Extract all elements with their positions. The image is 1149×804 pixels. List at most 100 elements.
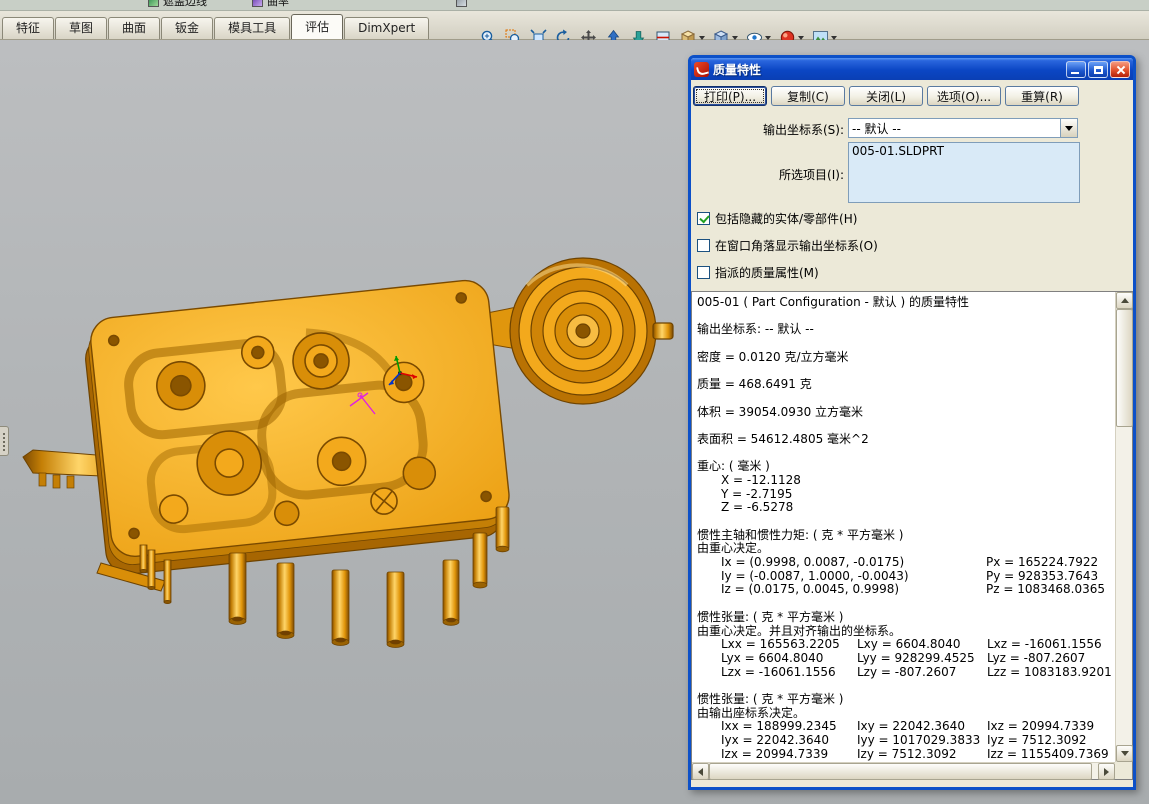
- selected-item[interactable]: 005-01.SLDPRT: [849, 143, 1079, 159]
- result-line: 惯性张量: ( 克 * 平方毫米 ): [697, 609, 844, 624]
- result-line: 输出坐标系: -- 默认 --: [697, 322, 814, 337]
- toolbar-fragment-curvature[interactable]: 曲率: [252, 0, 289, 10]
- chevron-down-icon: [732, 35, 738, 40]
- close-dialog-button[interactable]: 关闭(L): [849, 86, 923, 106]
- result-line: [697, 515, 1115, 529]
- result-line: 005-01 ( Part Configuration - 默认 ) 的质量特性: [697, 295, 969, 309]
- result-line: Y = -2.7195: [721, 486, 793, 501]
- solidworks-icon: [694, 61, 709, 77]
- dialog-title: 质量特性: [713, 62, 762, 77]
- arrow-up-icon: [1120, 298, 1129, 303]
- result-line: Iz = (0.0175, 0.0045, 0.9998) Pz = 108346…: [721, 582, 1106, 597]
- curvature-icon: [252, 0, 263, 7]
- checkbox-assigned-mass[interactable]: 指派的质量属性(M): [697, 264, 819, 280]
- output-coordinate-label: 输出坐标系(S):: [762, 123, 844, 137]
- result-line: 由重心决定。: [697, 541, 770, 556]
- scrollbar-corner: [1115, 762, 1132, 779]
- tab-sketch[interactable]: 草图: [55, 17, 108, 39]
- result-line: Iy = (-0.0087, 1.0000, -0.0043) Py = 9283…: [721, 568, 1099, 583]
- result-line: Iyx = 22042.3640 Iyy = 1017029.3833 Iyz = …: [721, 733, 1087, 747]
- result-line: 体积 = 39054.0930 立方毫米: [697, 404, 864, 419]
- minimize-button[interactable]: [1066, 60, 1086, 78]
- result-line: 惯性张量: ( 克 * 平方毫米 ): [697, 691, 844, 706]
- 3d-model[interactable]: [15, 245, 685, 655]
- result-line: Izx = 20994.7339 Izy = 7512.3092 Izz = 115…: [721, 746, 1109, 761]
- tab-sheetmetal[interactable]: 钣金: [161, 17, 214, 39]
- command-manager-tabs: 特征 草图 曲面 钣金 模具工具 评估 DimXpert: [2, 14, 430, 39]
- arrow-left-icon: [698, 767, 703, 776]
- results-horizontal-scrollbar[interactable]: [692, 762, 1115, 780]
- result-line: [697, 679, 1115, 693]
- result-line: [697, 419, 1115, 433]
- chevron-down-icon: [699, 35, 705, 40]
- copy-button[interactable]: 复制(C): [771, 86, 845, 106]
- toolbar-fragment-misc[interactable]: [456, 0, 467, 10]
- result-line: 质量 = 468.6491 克: [697, 377, 812, 392]
- clipped-toolbar-strip: 遮盖边线 曲率: [0, 0, 1149, 11]
- result-line: Lyx = 6604.8040 Lyy = 928299.4525 Lyz = -8…: [721, 650, 1086, 665]
- checkbox-show-coord-system[interactable]: 在窗口角落显示输出坐标系(O): [697, 237, 878, 253]
- result-line: Z = -6.5278: [721, 500, 794, 515]
- checkbox-box[interactable]: [697, 211, 710, 225]
- maximize-button[interactable]: [1088, 60, 1108, 78]
- checkbox-box[interactable]: [697, 265, 710, 279]
- model-plate[interactable]: [82, 278, 514, 576]
- tab-evaluate[interactable]: 评估: [291, 14, 344, 39]
- checkbox-include-hidden[interactable]: 包括隐藏的实体/零部件(H): [697, 210, 857, 226]
- recalculate-button[interactable]: 重算(R): [1005, 86, 1079, 106]
- scroll-right-button[interactable]: [1098, 763, 1115, 780]
- chevron-down-icon: [765, 35, 771, 40]
- close-button[interactable]: [1110, 60, 1130, 78]
- checkbox-box[interactable]: [697, 238, 710, 252]
- result-line: Lxx = 165563.2205 Lxy = 6604.8040 Lxz = -1…: [721, 637, 1102, 652]
- result-line: Ixx = 188999.2345 Ixy = 22042.3640 Ixz = 2…: [721, 719, 1095, 734]
- selected-items-label: 所选项目(I):: [779, 168, 844, 182]
- result-line: 由重心决定。并且对齐输出的坐标系。: [697, 623, 902, 638]
- combobox-value: -- 默认 --: [852, 121, 901, 136]
- maximize-icon: [1094, 65, 1103, 74]
- dialog-button-row: 打印(P)... 复制(C) 关闭(L) 选项(O)... 重算(R): [693, 86, 1079, 106]
- arrow-right-icon: [1104, 767, 1109, 776]
- checkbox-label: 指派的质量属性(M): [715, 265, 819, 280]
- chevron-down-icon: [1065, 125, 1073, 131]
- tab-mold-tools[interactable]: 模具工具: [214, 17, 291, 39]
- chevron-down-icon: [798, 35, 804, 40]
- result-line: 密度 = 0.0120 克/立方毫米: [697, 349, 849, 364]
- scroll-left-button[interactable]: [692, 763, 709, 780]
- command-manager: 特征 草图 曲面 钣金 模具工具 评估 DimXpert: [0, 11, 1149, 46]
- model-pulley[interactable]: [509, 257, 674, 405]
- checkbox-label: 在窗口角落显示输出坐标系(O): [715, 238, 878, 253]
- dialog-titlebar[interactable]: 质量特性: [691, 58, 1133, 80]
- result-line: 表面积 = 54612.4805 毫米^2: [697, 431, 869, 446]
- toolbar-fragment-label: 遮盖边线: [163, 0, 207, 8]
- options-button[interactable]: 选项(O)...: [927, 86, 1001, 106]
- checkbox-label: 包括隐藏的实体/零部件(H): [715, 211, 858, 226]
- result-line: 重心: ( 毫米 ): [697, 459, 770, 474]
- result-line: X = -12.1128: [721, 472, 801, 487]
- arrow-down-icon: [1120, 751, 1129, 756]
- grip-dots-icon: [3, 433, 5, 451]
- combobox-dropdown-button[interactable]: [1060, 119, 1077, 137]
- result-line: Lzx = -16061.1556 Lzy = -807.2607 Lzz = 10…: [721, 664, 1112, 679]
- selected-items-listbox[interactable]: 005-01.SLDPRT: [848, 142, 1080, 203]
- misc-tool-icon: [456, 0, 467, 7]
- horizontal-scroll-thumb[interactable]: [709, 763, 1092, 780]
- toolbar-fragment-shadow[interactable]: 遮盖边线: [148, 0, 207, 10]
- tab-features[interactable]: 特征: [2, 17, 55, 39]
- result-line: [697, 364, 1115, 378]
- result-line: Ix = (0.9998, 0.0087, -0.0175) Px = 16522…: [721, 555, 1099, 570]
- print-button[interactable]: 打印(P)...: [693, 86, 767, 106]
- mass-properties-dialog: 质量特性 打印(P)... 复制(C) 关闭(L) 选项(O)... 重算(R)…: [688, 55, 1136, 790]
- results-panel: 005-01 ( Part Configuration - 默认 ) 的质量特性…: [691, 291, 1133, 780]
- display-mode-icon: [148, 0, 159, 7]
- results-vertical-scrollbar[interactable]: [1115, 292, 1133, 762]
- result-line: [697, 597, 1115, 611]
- chevron-down-icon: [831, 35, 837, 40]
- panel-expand-tab[interactable]: [0, 426, 9, 456]
- tab-surfaces[interactable]: 曲面: [108, 17, 161, 39]
- scroll-up-button[interactable]: [1116, 292, 1133, 309]
- vertical-scroll-thumb[interactable]: [1116, 309, 1133, 427]
- scroll-down-button[interactable]: [1116, 745, 1133, 762]
- output-coordinate-combobox[interactable]: -- 默认 --: [848, 118, 1078, 138]
- tab-dimxpert[interactable]: DimXpert: [344, 17, 430, 39]
